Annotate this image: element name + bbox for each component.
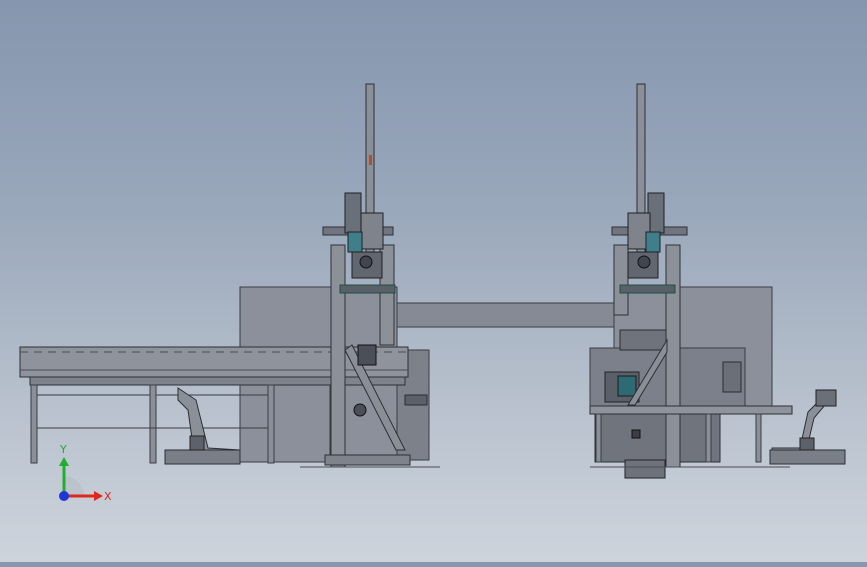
y-axis-label: Y [59,443,67,456]
z-axis-origin [59,491,69,501]
x-axis-label: X [104,490,112,503]
x-axis-arrowhead [94,491,103,501]
machine-assembly-drawing [19,83,846,479]
connecting-beam [396,302,615,328]
coordinate-triad: Y X [40,438,120,508]
cad-model-viewport[interactable] [0,0,867,562]
left-chip-conveyor [164,387,241,465]
y-axis-arrowhead [59,457,69,466]
right-chip-conveyor [769,389,846,465]
